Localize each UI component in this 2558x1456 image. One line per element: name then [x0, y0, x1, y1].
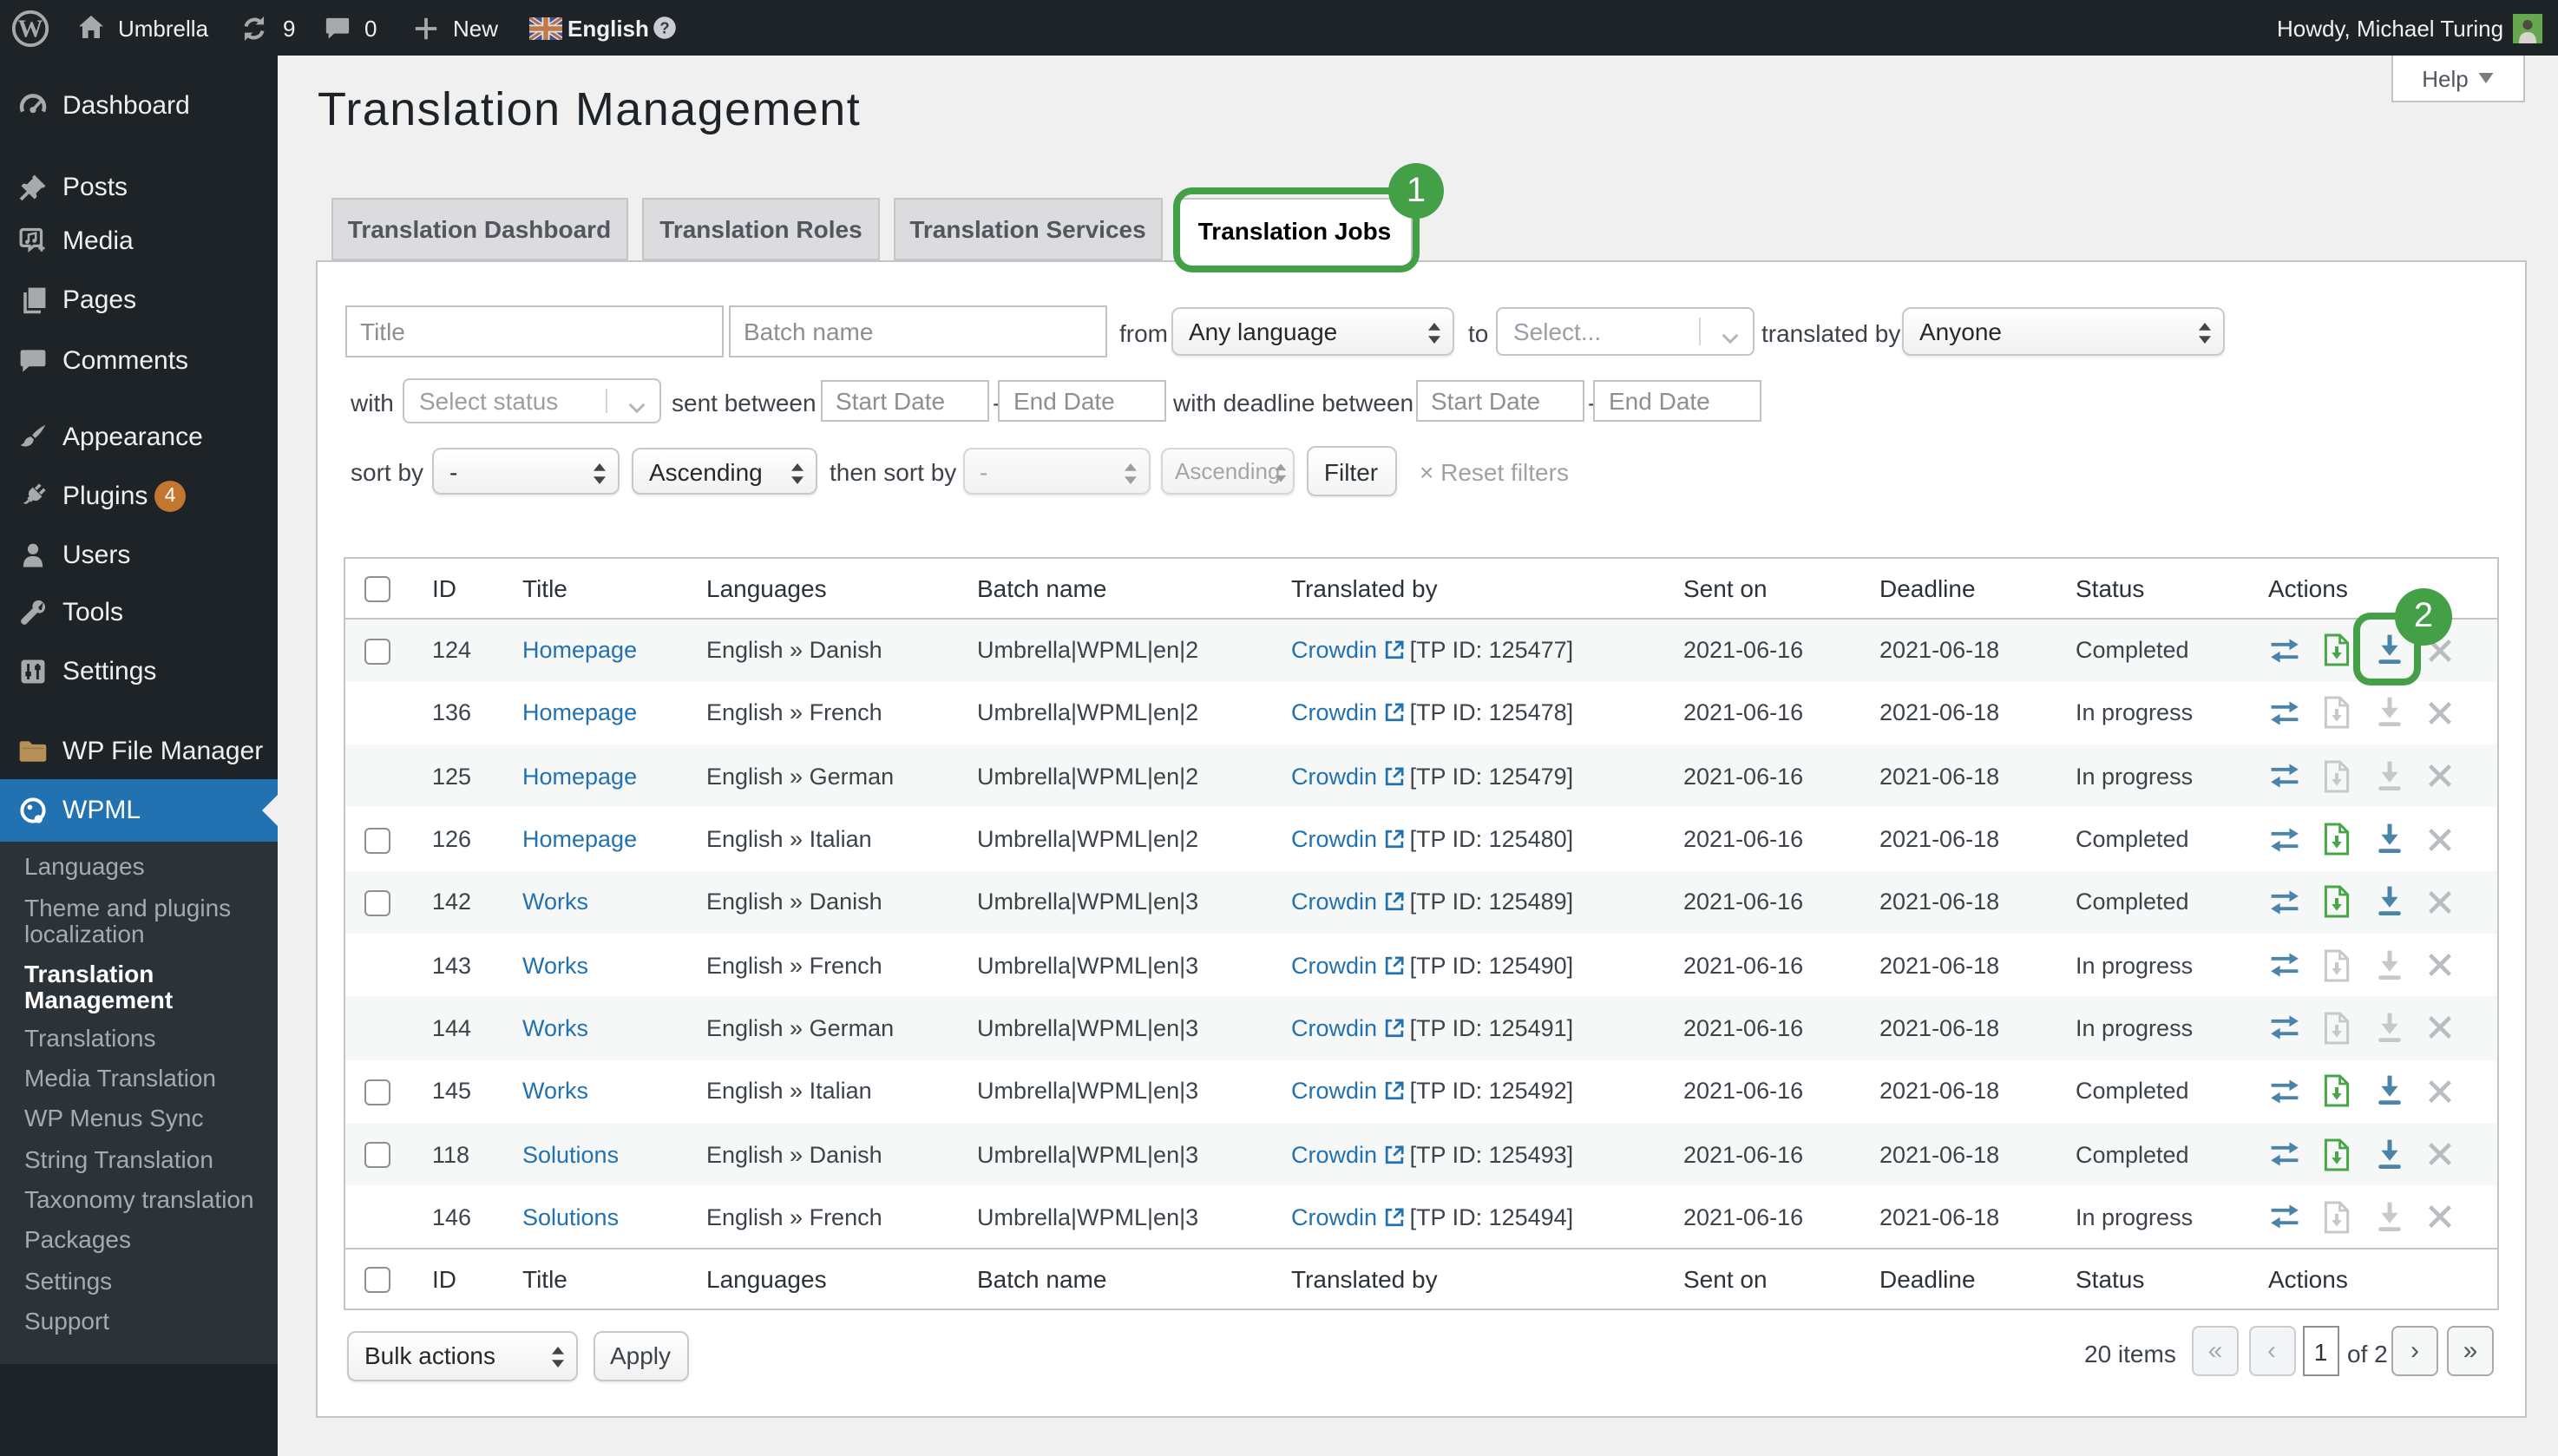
svg-text:W: W	[18, 15, 43, 43]
svg-text:?: ?	[659, 18, 669, 36]
